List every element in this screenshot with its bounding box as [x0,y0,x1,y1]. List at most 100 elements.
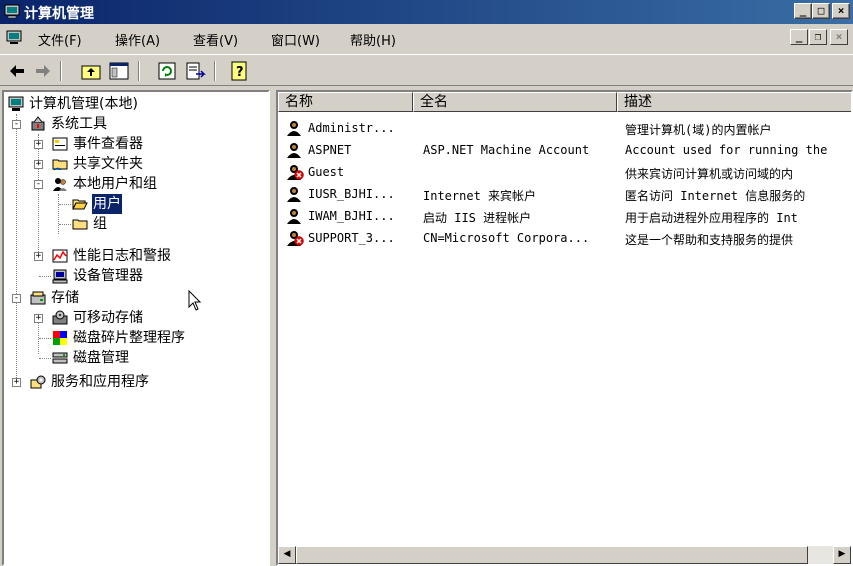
tree-label: 可移动存储 [73,310,143,326]
list-item[interactable]: IUSR_BJHI... Internet 来宾帐户 匿名访问 Internet 信… [278,183,851,205]
computer-management-icon [4,4,20,19]
cell-description: 用于启动进程外应用程序的 Int [625,211,798,225]
list-header: 名称 全名 描述 [278,92,851,112]
tree-label: 共享文件夹 [73,156,143,172]
user-list-view[interactable]: 名称 全名 描述 Administr... 管理计算机(域)的内置帐户 ASPNET… [276,90,853,566]
tree-label: 存储 [51,290,79,306]
tree-label: 服务和应用程序 [51,374,149,390]
help-icon[interactable]: ? [228,60,250,82]
removable-storage-icon [52,310,68,325]
scrollbar-thumb[interactable] [296,546,808,564]
menu-bar: 文件(F) 操作(A) 查看(V) 窗口(W) 帮助(H) _ ❐ × [0,24,853,52]
list-item[interactable]: ASPNET ASP.NET Machine Account Account use… [278,139,851,161]
expand-toggle[interactable]: + [34,252,43,261]
console-tree[interactable]: 计算机管理(本地) - 系统工具 + 事件查看器 + 共享文件夹 - 本地用户和… [2,90,270,566]
list-item[interactable]: IWAM_BJHI... 启动 IIS 进程帐户 用于启动进程外应用程序的 Int [278,205,851,227]
up-one-level-icon[interactable] [80,60,102,82]
user-icon [287,121,301,136]
cell-name: ASPNET [308,143,352,157]
cell-full-name: 启动 IIS 进程帐户 [423,211,532,225]
forward-arrow-icon[interactable] [32,60,54,82]
column-header-full-name[interactable]: 全名 [413,92,617,112]
cell-description: 供来宾访问计算机或访问域的内 [625,167,794,181]
expand-toggle[interactable]: + [34,140,43,149]
cell-description: 这是一个帮助和支持服务的提供 [625,233,794,247]
export-list-icon[interactable] [184,60,206,82]
list-item[interactable]: Administr... 管理计算机(域)的内置帐户 [278,117,851,139]
mdi-restore-button[interactable]: ❐ [809,29,827,45]
menu-view[interactable]: 查看(V) [193,30,238,49]
list-item[interactable]: SUPPORT_3... CN=Microsoft Corpora... 这是一个帮… [278,227,851,249]
tree-label: 磁盘管理 [73,350,129,366]
cell-full-name: Internet 来宾帐户 [423,189,537,203]
cell-full-name: CN=Microsoft Corpora... [423,231,590,245]
system-tools-icon [31,116,45,131]
open-folder-icon [72,199,88,210]
storage-icon [30,291,46,305]
list-item[interactable]: Guest 供来宾访问计算机或访问域的内 [278,161,851,183]
users-group-icon [53,178,67,191]
cell-description: Account used for running the [625,143,828,157]
user-icon [287,209,301,224]
menu-action[interactable]: 操作(A) [115,30,160,49]
tree-line [59,204,71,205]
window-title: 计算机管理 [24,6,94,22]
back-arrow-icon[interactable] [6,60,28,82]
expand-toggle[interactable]: + [12,378,21,387]
tree-line [16,114,17,382]
cell-name: IWAM_BJHI... [308,209,395,223]
device-manager-icon [52,269,68,284]
column-header-description[interactable]: 描述 [617,92,851,112]
user-icon [287,187,301,202]
tree-line [59,224,71,225]
toolbar: ? [0,54,853,86]
horizontal-scrollbar[interactable]: ◀ ▶ [278,546,851,564]
shared-folder-icon [52,159,68,171]
close-button[interactable]: × [832,3,850,19]
services-applications-icon [30,375,46,389]
tree-label: 设备管理器 [73,268,143,284]
tree-label: 系统工具 [51,116,107,132]
title-bar[interactable]: 计算机管理 _ □ × [0,0,853,24]
tree-label: 计算机管理(本地) [29,96,138,112]
cell-full-name: ASP.NET Machine Account [423,143,590,157]
menu-help[interactable]: 帮助(H) [350,30,396,49]
scroll-left-button[interactable]: ◀ [278,546,296,564]
document-system-menu-icon[interactable] [6,30,22,45]
menu-file[interactable]: 文件(F) [38,30,82,49]
expand-toggle[interactable]: + [34,160,43,169]
tree-label: 磁盘碎片整理程序 [73,330,185,346]
computer-management-icon [8,96,24,111]
maximize-button[interactable]: □ [812,3,830,19]
tree-line [39,276,51,277]
folder-icon [72,219,88,230]
cell-name: Administr... [308,121,395,135]
tree-label: 性能日志和警报 [73,248,171,264]
event-viewer-icon [52,137,68,151]
minimize-button[interactable]: _ [794,3,812,19]
column-header-name[interactable]: 名称 [278,92,413,112]
toolbar-separator [214,61,216,81]
cell-name: SUPPORT_3... [308,231,395,245]
refresh-icon[interactable] [156,60,178,82]
expand-toggle[interactable]: + [34,314,43,323]
performance-logs-icon [52,249,68,263]
menu-window[interactable]: 窗口(W) [271,30,320,49]
mdi-close-button[interactable]: × [830,29,848,45]
collapse-toggle[interactable]: - [12,120,21,129]
tree-line [39,358,51,359]
tree-label: 用户 [91,193,123,215]
show-hide-console-tree-icon[interactable] [108,60,130,82]
user-icon [287,143,301,158]
collapse-toggle[interactable]: - [34,180,43,189]
tree-line [39,338,51,339]
cell-name: IUSR_BJHI... [308,187,395,201]
tree-label: 事件查看器 [73,136,143,152]
cell-name: Guest [308,165,345,179]
scroll-right-button[interactable]: ▶ [833,546,851,564]
mdi-minimize-button[interactable]: _ [790,29,808,45]
collapse-toggle[interactable]: - [12,294,21,303]
tree-line [38,134,39,254]
mouse-cursor-icon [188,290,202,311]
disabled-user-icon [287,165,304,180]
